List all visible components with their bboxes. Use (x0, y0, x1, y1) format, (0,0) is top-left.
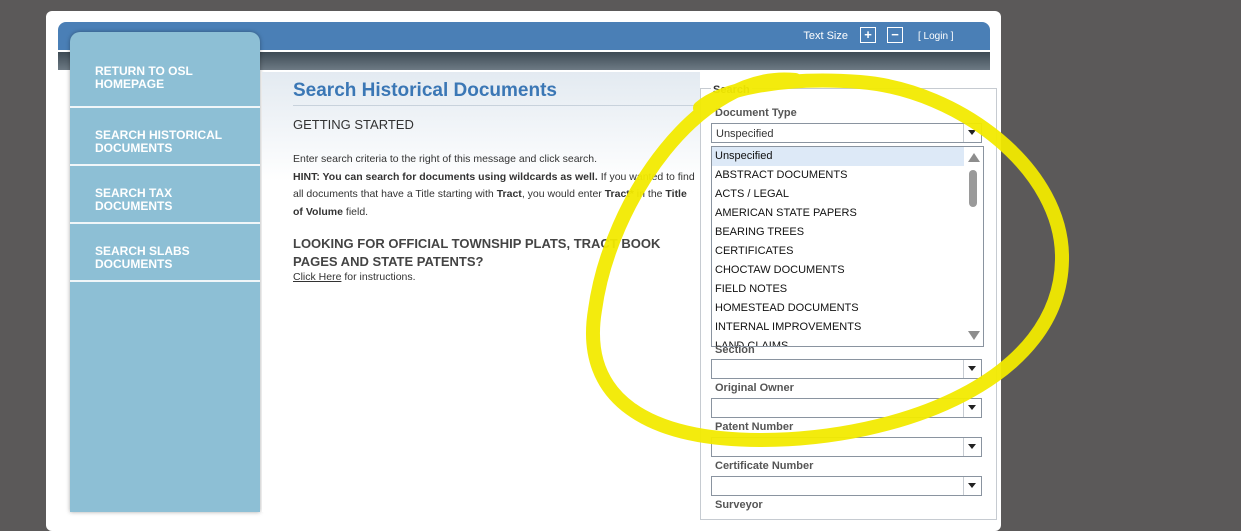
sidebar-item-search-slabs[interactable]: SEARCH SLABS DOCUMENTS (70, 224, 260, 282)
certificate-number-label: Certificate Number (715, 460, 814, 472)
page-title: Search Historical Documents (293, 80, 557, 101)
text-size-decrease-button[interactable]: − (887, 27, 903, 43)
intro-text: Enter search criteria to the right of th… (293, 153, 598, 165)
section-select[interactable] (711, 359, 982, 379)
instructions-line: Click Here for instructions. (293, 271, 416, 283)
document-type-value: Unspecified (716, 128, 774, 140)
sidebar: RETURN TO OSL HOMEPAGE SEARCH HISTORICAL… (70, 32, 260, 512)
dropdown-arrow[interactable] (963, 477, 981, 495)
original-owner-select[interactable] (711, 398, 982, 418)
listbox-scrollbar[interactable] (964, 147, 983, 346)
scroll-thumb[interactable] (969, 170, 977, 207)
list-item[interactable]: CERTIFICATES (712, 242, 967, 261)
patent-number-select[interactable] (711, 437, 982, 457)
document-type-listbox[interactable]: Unspecified ABSTRACT DOCUMENTS ACTS / LE… (711, 146, 984, 347)
scroll-down-icon[interactable] (968, 331, 980, 340)
chevron-down-icon (968, 444, 976, 449)
hint-tract: Tract (496, 188, 522, 200)
hint-bold: HINT: You can search for documents using… (293, 170, 598, 183)
list-item[interactable]: AMERICAN STATE PAPERS (712, 204, 967, 223)
list-item[interactable]: INTERNAL IMPROVEMENTS (712, 318, 967, 337)
instructions-paragraph: Enter search criteria to the right of th… (293, 151, 698, 221)
surveyor-label: Surveyor (715, 499, 763, 511)
plats-heading: LOOKING FOR OFFICIAL TOWNSHIP PLATS, TRA… (293, 236, 661, 269)
chevron-down-icon (968, 366, 976, 371)
document-type-select[interactable]: Unspecified (711, 123, 982, 143)
list-item[interactable]: BEARING TREES (712, 223, 967, 242)
search-panel: Search Document Type Unspecified Unspeci… (700, 84, 997, 520)
getting-started-heading: GETTING STARTED (293, 117, 414, 132)
instructions-text: for instructions. (341, 271, 416, 283)
main-content: Search Historical Documents GETTING STAR… (262, 72, 700, 512)
original-owner-label: Original Owner (715, 382, 794, 394)
scroll-up-icon[interactable] (968, 153, 980, 162)
sidebar-item-return-homepage[interactable]: RETURN TO OSL HOMEPAGE (70, 32, 260, 108)
sidebar-item-search-historical[interactable]: SEARCH HISTORICAL DOCUMENTS (70, 108, 260, 166)
hint-tract-star: Tract* (604, 188, 634, 200)
chevron-down-icon (968, 405, 976, 410)
dropdown-arrow[interactable] (963, 438, 981, 456)
list-item[interactable]: ACTS / LEGAL (712, 185, 967, 204)
list-item[interactable]: ABSTRACT DOCUMENTS (712, 166, 967, 185)
hint-text-end: field. (342, 205, 369, 218)
list-item[interactable]: FIELD NOTES (712, 280, 967, 299)
sidebar-item-search-tax[interactable]: SEARCH TAX DOCUMENTS (70, 166, 260, 224)
hint-text-mid: , you would enter (521, 188, 605, 200)
list-item[interactable]: HOMESTEAD DOCUMENTS (712, 299, 967, 318)
list-item[interactable]: CHOCTAW DOCUMENTS (712, 261, 967, 280)
document-type-label: Document Type (715, 107, 797, 119)
click-here-link[interactable]: Click Here (293, 271, 341, 283)
title-divider (293, 105, 698, 106)
login-link[interactable]: [ Login ] (918, 31, 954, 42)
list-item[interactable]: Unspecified (712, 147, 967, 166)
text-size-label: Text Size (803, 30, 848, 42)
text-size-increase-button[interactable]: + (860, 27, 876, 43)
hint-text-in: in the (633, 188, 666, 200)
search-legend: Search (711, 84, 752, 96)
chevron-down-icon (968, 130, 976, 135)
chevron-down-icon (968, 483, 976, 488)
section-label: Section (715, 344, 755, 356)
patent-number-label: Patent Number (715, 421, 794, 433)
certificate-number-select[interactable] (711, 476, 982, 496)
dropdown-arrow[interactable] (963, 124, 981, 142)
dropdown-arrow[interactable] (963, 399, 981, 417)
dropdown-arrow[interactable] (963, 360, 981, 378)
